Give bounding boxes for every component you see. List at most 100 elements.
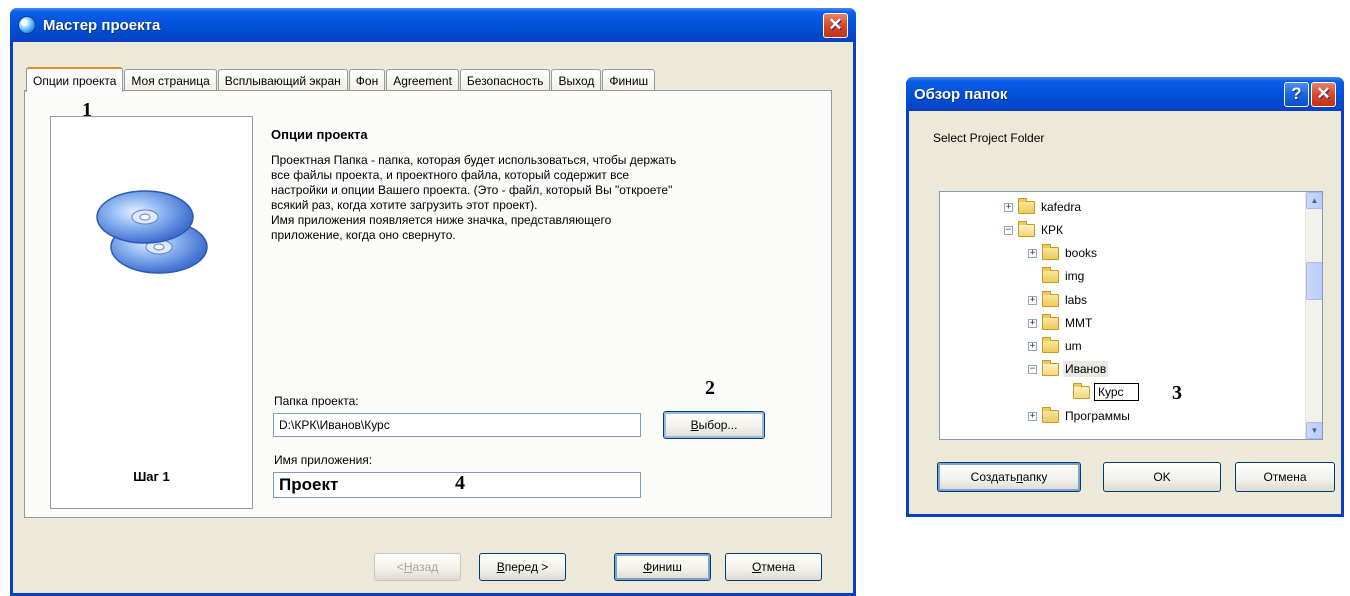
tree-item-labs[interactable]: + labs: [1028, 289, 1089, 311]
tree-item-programs[interactable]: + Программы: [1028, 405, 1132, 427]
section-description: Проектная Папка - папка, которая будет и…: [271, 153, 831, 243]
scroll-up-icon[interactable]: ▲: [1306, 192, 1322, 209]
expand-icon[interactable]: +: [1028, 341, 1037, 351]
back-button-hotkey: Н: [403, 560, 413, 574]
annotation-2: 2: [705, 377, 715, 399]
close-icon[interactable]: ✕: [1311, 81, 1336, 107]
scroll-down-icon[interactable]: ▼: [1306, 422, 1322, 439]
tree-scrollbar[interactable]: ▲ ▼: [1305, 192, 1322, 439]
new-folder-button-prefix: Создать: [970, 470, 1017, 484]
description-line: настройки и опции Вашего проекта. (Это -…: [271, 183, 673, 197]
expand-icon[interactable]: +: [1028, 295, 1037, 305]
tree-item-label: um: [1065, 339, 1082, 353]
step-illustration-panel: Шаг 1: [50, 116, 253, 509]
description-line: Проектная Папка - папка, которая будет и…: [271, 153, 677, 167]
back-button[interactable]: < Назад: [374, 553, 461, 581]
tree-item-kurs[interactable]: Курс: [1073, 381, 1139, 403]
tab-exit[interactable]: Выход: [551, 69, 602, 91]
folder-tree: + kafedra − КРК + books img + labs + MMT: [939, 191, 1323, 440]
folder-icon: [1042, 243, 1059, 260]
open-folder-icon: [1042, 359, 1059, 376]
description-line: приложение, когда оно свернуто.: [271, 228, 456, 242]
browse-button-label: ыбор...: [698, 418, 738, 432]
tab-security[interactable]: Безопасность: [459, 69, 551, 91]
ok-button[interactable]: OK: [1103, 462, 1221, 492]
cancel-button-label: тмена: [761, 560, 796, 574]
tree-item-label: kafedra: [1041, 200, 1082, 214]
tree-item-um[interactable]: + um: [1028, 335, 1084, 357]
wizard-cancel-button[interactable]: Отмена: [725, 553, 822, 581]
tree-item-kafedra[interactable]: + kafedra: [1004, 196, 1083, 218]
tab-splash-screen[interactable]: Всплывающий экран: [217, 69, 348, 91]
tab-my-page[interactable]: Моя страница: [124, 69, 217, 91]
back-button-prefix: <: [396, 560, 404, 574]
collapse-icon[interactable]: −: [1004, 225, 1013, 235]
expand-icon[interactable]: +: [1004, 202, 1013, 212]
next-button-label: перед >: [504, 560, 549, 574]
tree-item-books[interactable]: + books: [1028, 242, 1099, 264]
finish-button-label: иниш: [652, 560, 682, 574]
cancel-button-hotkey: О: [751, 560, 762, 574]
annotation-3: 3: [1172, 382, 1182, 404]
open-folder-icon: [1018, 220, 1035, 237]
browse-cancel-button[interactable]: Отмена: [1235, 462, 1335, 492]
expand-icon[interactable]: +: [1028, 248, 1037, 258]
scroll-thumb[interactable]: [1306, 262, 1322, 300]
open-folder-icon: [1073, 382, 1090, 399]
app-name-label: Имя приложения:: [274, 453, 373, 467]
app-disc-icon: [18, 16, 36, 34]
help-icon[interactable]: ?: [1284, 81, 1309, 107]
step-label: Шаг 1: [133, 469, 170, 484]
description-line: все файлы проекта, и проектного файла, к…: [271, 168, 630, 182]
tree-item-img[interactable]: img: [1028, 265, 1086, 287]
annotation-4: 4: [455, 472, 465, 494]
new-folder-button[interactable]: Создать п апку: [937, 462, 1081, 492]
folder-icon: [1042, 290, 1059, 307]
wizard-title: Мастер проекта: [43, 16, 161, 34]
tree-item-label: labs: [1065, 293, 1088, 307]
rename-folder-input[interactable]: Курс: [1094, 383, 1139, 401]
tab-project-options[interactable]: Опции проекта: [26, 67, 124, 92]
finish-button[interactable]: Финиш: [614, 553, 711, 581]
project-folder-input[interactable]: D:\КРК\Иванов\Курс: [273, 413, 641, 437]
cd-discs-icon: [96, 190, 208, 274]
tab-panel-project-options: Шаг 1 Опции проекта Проектная Папка - па…: [24, 90, 832, 518]
description-line: всякий раз, когда хотите загрузить этот …: [271, 198, 538, 212]
project-folder-label: Папка проекта:: [274, 394, 359, 408]
browse-title: Обзор папок: [914, 85, 1008, 103]
folder-icon: [1042, 313, 1059, 330]
description-line: Имя приложения появляется ниже значка, п…: [271, 213, 612, 227]
wizard-titlebar[interactable]: Мастер проекта ✕: [10, 8, 856, 42]
back-button-label: азад: [412, 560, 439, 574]
tree-item-label: img: [1065, 269, 1085, 283]
browse-prompt: Select Project Folder: [933, 131, 1045, 145]
next-button[interactable]: Вперед >: [479, 553, 566, 581]
browse-folders-dialog: Обзор папок ? ✕ Select Project Folder + …: [906, 77, 1344, 517]
finish-button-hotkey: Ф: [643, 560, 653, 574]
section-heading: Опции проекта: [271, 127, 368, 142]
tree-item-label: Иванов: [1063, 361, 1109, 377]
folder-icon: [1042, 266, 1059, 283]
collapse-icon[interactable]: −: [1028, 364, 1037, 374]
annotation-1: 1: [82, 99, 92, 121]
browse-button-hotkey: В: [690, 418, 699, 432]
tab-finish[interactable]: Финиш: [602, 69, 656, 91]
browse-titlebar[interactable]: Обзор папок ? ✕: [906, 77, 1344, 111]
wizard-tabs: Опции проекта Моя страница Всплывающий э…: [26, 66, 656, 92]
tree-item-label: MMT: [1065, 316, 1093, 330]
close-icon[interactable]: ✕: [823, 12, 848, 38]
tab-background[interactable]: Фон: [348, 69, 386, 91]
expand-icon[interactable]: +: [1028, 318, 1037, 328]
folder-icon: [1018, 197, 1035, 214]
browse-button[interactable]: Выбор...: [663, 411, 765, 439]
expand-icon[interactable]: +: [1028, 411, 1037, 421]
tree-item-krk[interactable]: − КРК: [1004, 219, 1065, 241]
tree-item-mmt[interactable]: + MMT: [1028, 312, 1094, 334]
tree-item-label: Программы: [1065, 409, 1130, 423]
folder-icon: [1042, 336, 1059, 353]
next-button-hotkey: В: [496, 560, 505, 574]
tab-agreement[interactable]: Agreement: [386, 69, 459, 91]
new-folder-button-label: апку: [1022, 470, 1048, 484]
folder-icon: [1042, 406, 1059, 423]
tree-item-ivanov[interactable]: − Иванов: [1028, 358, 1109, 380]
